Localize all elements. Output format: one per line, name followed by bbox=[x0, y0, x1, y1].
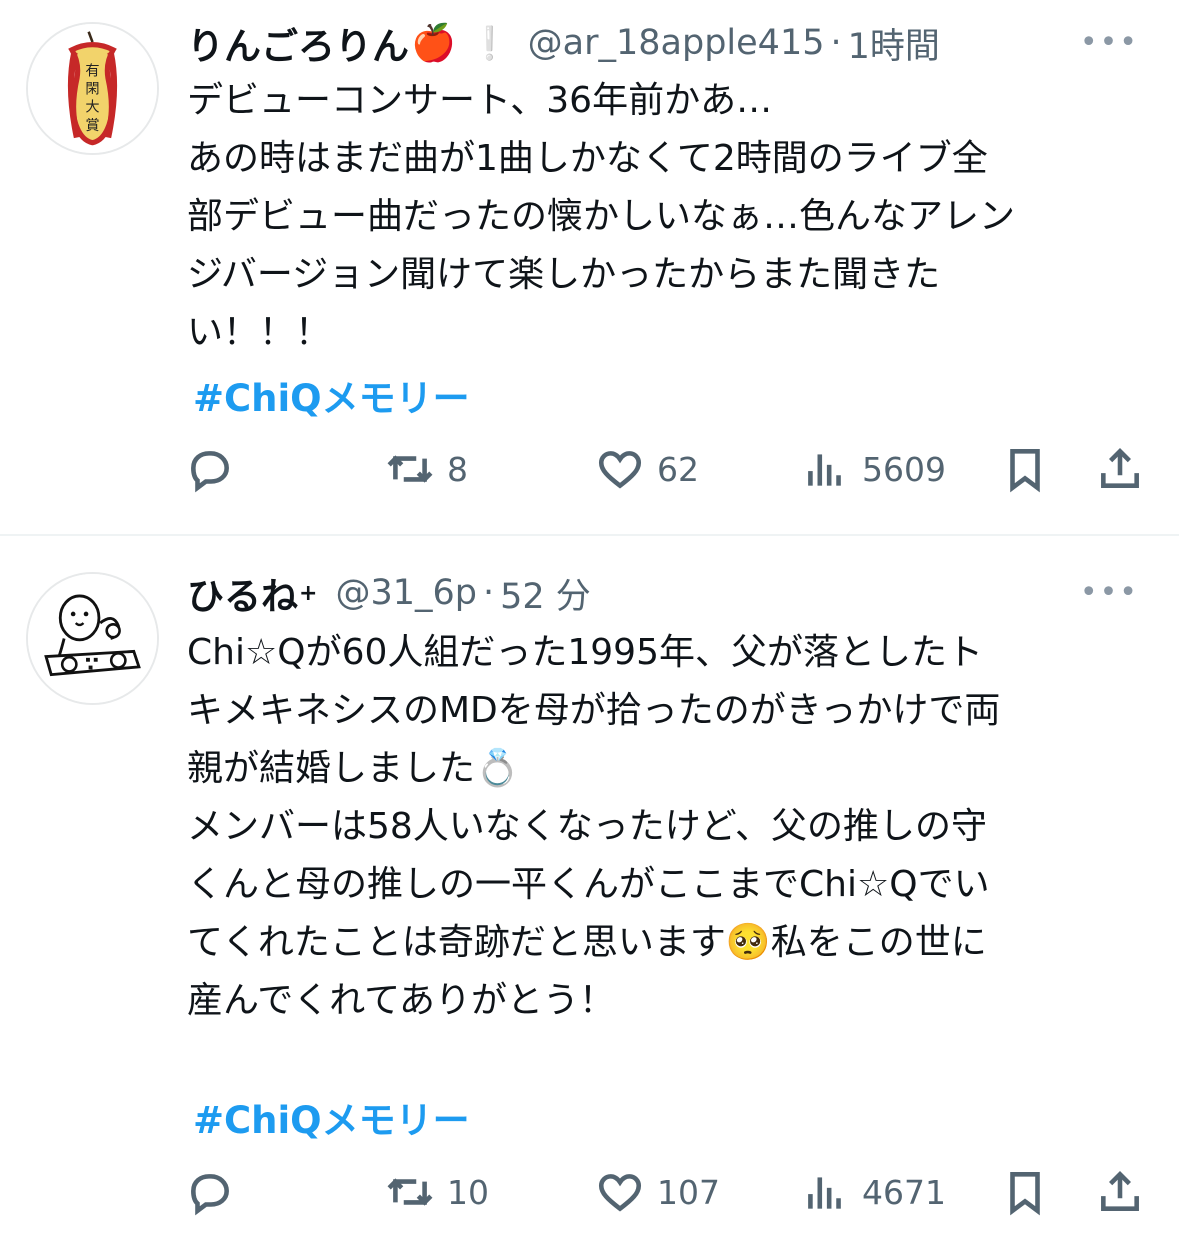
retweet-button[interactable]: 8 bbox=[385, 441, 468, 497]
reply-button[interactable] bbox=[185, 441, 235, 497]
views-count: 4671 bbox=[862, 1172, 946, 1212]
separator-dot: · bbox=[482, 573, 495, 613]
bookmark-icon bbox=[1010, 449, 1040, 493]
avatar[interactable] bbox=[26, 572, 159, 705]
tweet-body-text: Chi☆Qが60人組だった1995年、父が落としたト キメキネシスのMDを母が拾… bbox=[187, 632, 1001, 1021]
retweet-icon bbox=[387, 455, 433, 483]
tweet-header: りんごろりん 🍎 ❕ @ar_18apple415 · 1時間 ••• bbox=[187, 18, 1139, 68]
heart-icon bbox=[598, 1174, 642, 1212]
tweet-header: ひるね + @31_6p · 52 分 ••• bbox=[187, 568, 1139, 618]
like-count: 107 bbox=[657, 1172, 720, 1212]
avatar-text-1: 有 bbox=[85, 64, 99, 80]
like-button[interactable]: 62 bbox=[595, 441, 699, 497]
display-name[interactable]: りんごろりん bbox=[187, 16, 409, 70]
like-button[interactable]: 107 bbox=[595, 1164, 720, 1220]
share-button[interactable] bbox=[1095, 1164, 1145, 1220]
tweet[interactable]: 有 閑 大 賞 りんごろりん 🍎 ❕ @ar_18apple415 · 1時間 … bbox=[0, 0, 1179, 534]
views-icon bbox=[808, 454, 841, 486]
tweet[interactable]: ひるね + @31_6p · 52 分 ••• Chi☆Qが60人組だった199… bbox=[0, 536, 1179, 1243]
timestamp[interactable]: 1時間 bbox=[848, 18, 940, 69]
reply-icon bbox=[191, 1174, 229, 1216]
heart-icon bbox=[598, 451, 642, 489]
more-icon[interactable]: ••• bbox=[1080, 578, 1139, 608]
retweet-count: 10 bbox=[447, 1172, 489, 1212]
timestamp[interactable]: 52 分 bbox=[500, 568, 591, 619]
tweet-text: Chi☆Qが60人組だった1995年、父が落としたト キメキネシスのMDを母が拾… bbox=[187, 624, 1152, 1030]
bookmark-button[interactable] bbox=[1000, 441, 1050, 497]
bookmark-button[interactable] bbox=[1000, 1164, 1050, 1220]
exclamation-icon: ❕ bbox=[469, 24, 510, 62]
action-bar: 8 62 5609 bbox=[185, 441, 1150, 497]
reply-icon bbox=[191, 451, 229, 493]
display-name[interactable]: ひるね bbox=[187, 566, 298, 620]
handle[interactable]: @31_6p bbox=[335, 573, 477, 613]
reply-button[interactable] bbox=[185, 1164, 235, 1220]
views-icon bbox=[808, 1177, 841, 1209]
separator-dot: · bbox=[830, 23, 842, 63]
views-count: 5609 bbox=[862, 449, 946, 489]
tweet-text: デビューコンサート、36年前かあ… あの時はまだ曲が1曲しかなくて2時間のライブ… bbox=[187, 72, 1152, 362]
retweet-button[interactable]: 10 bbox=[385, 1164, 489, 1220]
name-suffix: + bbox=[299, 580, 318, 606]
tweet-body-text: デビューコンサート、36年前かあ… あの時はまだ曲が1曲しかなくて2時間のライブ… bbox=[187, 80, 1016, 353]
retweet-icon bbox=[387, 1178, 433, 1206]
hashtag-link[interactable]: #ChiQメモリー bbox=[193, 1090, 470, 1144]
svg-text:大: 大 bbox=[85, 100, 99, 116]
bookmark-icon bbox=[1010, 1172, 1040, 1216]
more-icon[interactable]: ••• bbox=[1080, 28, 1139, 58]
share-button[interactable] bbox=[1095, 441, 1145, 497]
share-icon bbox=[1101, 1171, 1139, 1211]
like-count: 62 bbox=[657, 449, 699, 489]
views-button[interactable]: 4671 bbox=[800, 1164, 946, 1220]
hashtag-link[interactable]: #ChiQメモリー bbox=[193, 368, 470, 422]
svg-text:賞: 賞 bbox=[85, 118, 99, 134]
retweet-count: 8 bbox=[447, 449, 468, 489]
handle[interactable]: @ar_18apple415 bbox=[528, 23, 825, 63]
share-icon bbox=[1101, 448, 1139, 488]
avatar[interactable]: 有 閑 大 賞 bbox=[26, 22, 159, 155]
apple-emoji-icon: 🍎 bbox=[411, 23, 456, 64]
action-bar: 10 107 4671 bbox=[185, 1164, 1150, 1220]
views-button[interactable]: 5609 bbox=[800, 441, 946, 497]
svg-text:閑: 閑 bbox=[85, 82, 99, 98]
